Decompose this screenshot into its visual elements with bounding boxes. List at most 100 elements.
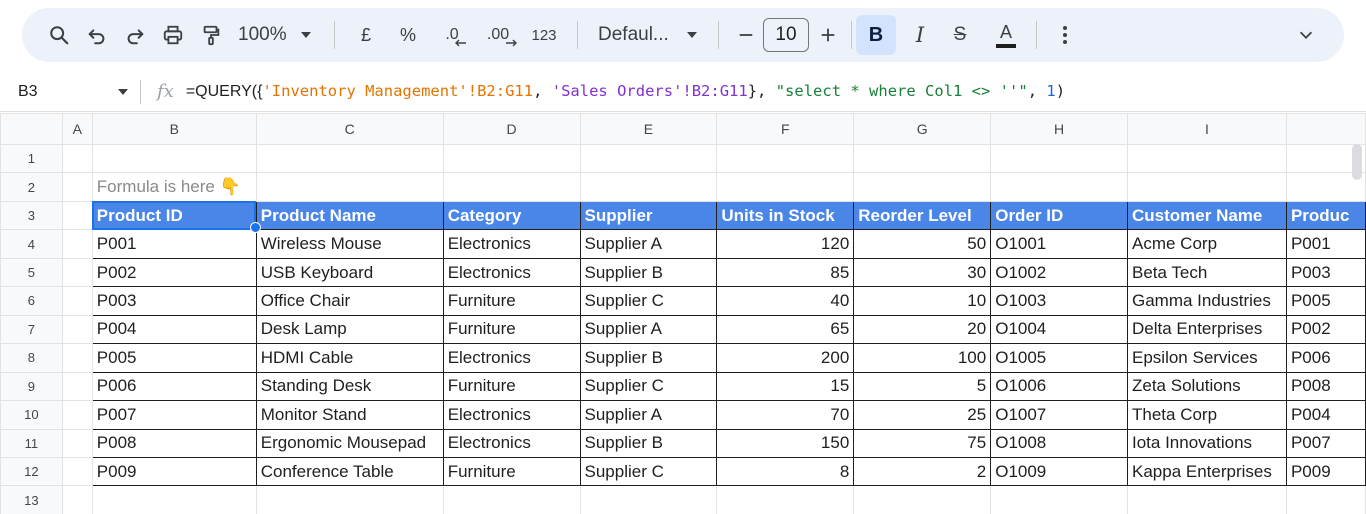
table-cell[interactable]: O1007 [990,400,1128,430]
table-cell[interactable]: P005 [91,343,257,373]
table-cell[interactable]: O1009 [990,456,1128,487]
cell[interactable] [91,485,257,514]
table-cell[interactable]: Epsilon Services [1127,343,1287,373]
column-header-g[interactable]: G [853,113,992,145]
table-cell[interactable]: 30 [853,257,992,288]
table-cell[interactable]: O1006 [990,371,1128,402]
table-cell[interactable]: Monitor Stand [255,400,444,430]
table-cell[interactable]: Desk Lamp [255,314,444,345]
table-cell[interactable]: Delta Enterprises [1127,314,1287,345]
name-box[interactable]: B3 [0,72,140,111]
undo-button[interactable] [78,17,116,53]
table-cell[interactable]: Theta Corp [1127,400,1287,430]
table-cell[interactable]: P007 [91,400,257,430]
cell[interactable] [442,485,581,514]
table-cell[interactable]: Supplier B [579,257,718,288]
cell[interactable] [61,371,93,402]
table-cell[interactable]: Electronics [442,400,581,430]
table-cell[interactable]: 120 [716,229,855,259]
column-header-c[interactable]: C [255,113,444,145]
row-header[interactable]: 7 [0,314,63,345]
table-cell[interactable]: 50 [853,229,992,259]
row-header[interactable]: 3 [0,200,63,231]
header-cell-customer-name[interactable]: Customer Name [1127,200,1287,231]
table-cell[interactable]: P008 [1285,371,1366,402]
table-cell[interactable]: Iota Innovations [1127,428,1287,458]
collapse-toolbar-button[interactable] [1286,17,1326,53]
text-color-button[interactable]: A [986,17,1026,53]
table-cell[interactable]: Supplier A [579,229,718,259]
select-all-corner[interactable] [0,113,63,145]
table-cell[interactable]: O1001 [990,229,1128,259]
table-cell[interactable]: P007 [1285,428,1366,458]
percent-format-button[interactable]: % [387,17,429,53]
table-cell[interactable]: P004 [91,314,257,345]
cell[interactable] [716,485,855,514]
table-cell[interactable]: Supplier C [579,286,718,316]
table-cell[interactable]: O1004 [990,314,1128,345]
cell[interactable] [579,485,718,514]
header-cell-category[interactable]: Category [442,200,581,231]
header-cell-product-id[interactable]: Product ID [91,200,257,231]
row-header[interactable]: 2 [0,172,63,202]
table-cell[interactable]: P001 [91,229,257,259]
header-cell-product[interactable]: Produc [1285,200,1366,231]
cell[interactable] [61,257,93,288]
cell[interactable] [61,400,93,430]
table-cell[interactable]: Supplier A [579,314,718,345]
increase-decimal-button[interactable]: .00 [475,17,521,53]
table-cell[interactable]: Supplier B [579,428,718,458]
table-cell[interactable]: 25 [853,400,992,430]
increase-font-size-button[interactable] [809,17,847,53]
cell[interactable] [853,485,992,514]
bold-button[interactable]: B [856,15,896,55]
table-cell[interactable]: P003 [91,286,257,316]
table-cell[interactable]: Furniture [442,286,581,316]
table-cell[interactable]: P001 [1285,229,1366,259]
table-cell[interactable]: Wireless Mouse [255,229,444,259]
more-formats-button[interactable]: 123 [521,17,567,53]
row-header[interactable]: 12 [0,456,63,487]
table-cell[interactable]: 10 [853,286,992,316]
column-header-d[interactable]: D [442,113,581,145]
table-cell[interactable]: Electronics [442,428,581,458]
cell[interactable] [61,428,93,458]
cell[interactable] [716,172,855,202]
table-cell[interactable]: 8 [716,456,855,487]
cell[interactable] [61,485,93,514]
row-header[interactable]: 13 [0,485,63,514]
table-cell[interactable]: Electronics [442,257,581,288]
table-cell[interactable]: 5 [853,371,992,402]
column-header-h[interactable]: H [990,113,1128,145]
cell[interactable] [442,143,581,174]
vertical-scrollbar[interactable] [1352,144,1362,180]
row-header[interactable]: 9 [0,371,63,402]
table-cell[interactable]: 70 [716,400,855,430]
table-cell[interactable]: P006 [1285,343,1366,373]
cell[interactable] [853,172,992,202]
column-header-b[interactable]: B [91,113,257,145]
cell[interactable] [442,172,581,202]
table-cell[interactable]: Electronics [442,229,581,259]
row-header[interactable]: 11 [0,428,63,458]
row-header[interactable]: 10 [0,400,63,430]
column-header-j[interactable] [1285,113,1366,145]
column-header-i[interactable]: I [1127,113,1287,145]
row-header[interactable]: 8 [0,343,63,373]
cell[interactable] [61,286,93,316]
cell[interactable] [579,143,718,174]
selection-fill-handle[interactable] [250,222,261,233]
row-header[interactable]: 6 [0,286,63,316]
table-cell[interactable]: P002 [91,257,257,288]
decrease-font-size-button[interactable] [729,17,763,53]
table-cell[interactable]: HDMI Cable [255,343,444,373]
table-cell[interactable]: Zeta Solutions [1127,371,1287,402]
table-cell[interactable]: Office Chair [255,286,444,316]
cell[interactable] [255,485,444,514]
cell[interactable] [1127,172,1287,202]
table-cell[interactable]: Electronics [442,343,581,373]
row-header[interactable]: 4 [0,229,63,259]
table-cell[interactable]: 75 [853,428,992,458]
cell[interactable] [61,229,93,259]
cell[interactable] [91,143,257,174]
